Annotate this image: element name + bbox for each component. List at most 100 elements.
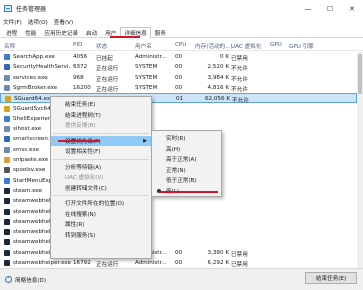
context-menu-item-label: 设置相关性(F) [65,149,101,156]
cell-name: services.exe [13,74,48,81]
context-menu-item[interactable]: 创建转储文件(C) [51,183,151,194]
scrollbar-thumb[interactable] [358,54,362,94]
context-menu-item[interactable]: 打开文件所在的位置(O) [51,198,151,209]
tab-6[interactable]: 服务 [151,27,170,38]
task-manager-icon [4,5,12,12]
cell-mem: 4,816 K [207,84,229,91]
context-menu-item[interactable]: 属性(R) [51,219,151,230]
cell-cpu: 00 [175,54,183,60]
cell-pid: 16792 [73,260,91,266]
chevron-right-icon: ▶ [143,137,147,144]
column-name[interactable]: 名称 [4,42,15,50]
tab-bar: 进程 性能 应用历史记录 启动 用户 详细信息 服务 [0,27,363,38]
context-menu-item-label: 结束任务(E) [65,102,96,109]
context-menu-item-label: 分析等待链(A) [65,164,102,171]
cell-user: SYSTEM [135,74,158,81]
priority-option[interactable]: 正常(N) [152,165,221,176]
process-icon [4,208,10,215]
context-menu-item[interactable]: 结束进程树(T) [51,110,151,121]
menu-bar: 文件(F) 选项(O) 查看(V) [0,17,363,27]
process-icon [4,54,10,60]
tab-3[interactable]: 启动 [82,27,101,38]
context-menu-item[interactable]: 提供反馈(B) [51,120,151,131]
tab-2[interactable]: 应用历史记录 [40,27,82,38]
process-icon [4,64,10,71]
column-status[interactable]: 状态 [96,42,107,50]
priority-option-label: 高于正常(A) [166,157,197,164]
process-icon [4,126,10,133]
priority-option[interactable]: 低于正常(B) [152,175,221,186]
cell-status: 已挂起 [96,56,113,62]
menu-options[interactable]: 选项(O) [28,18,48,26]
priority-option[interactable]: 高(H) [152,144,221,155]
context-menu-item[interactable]: 设置相关性(F) [51,146,151,157]
context-menu: 结束任务(E)结束进程树(T)提供反馈(B)设置优先级(P)▶设置相关性(F)分… [50,96,152,259]
context-menu-item-label: 属性(R) [65,222,85,229]
process-icon [4,229,10,236]
priority-option[interactable]: 高于正常(A) [152,154,221,165]
tab-0[interactable]: 进程 [2,27,21,38]
annotation-underline-priority [58,140,100,142]
process-icon [4,249,10,256]
cell-user: SYSTEM [135,84,158,91]
column-memory[interactable]: 内存(活动的...) [195,42,233,50]
process-icon [4,136,10,143]
tab-annotation-underline [110,36,140,38]
context-menu-item[interactable]: 分析等待链(A) [51,162,151,173]
column-cpu[interactable]: CPU [175,42,186,48]
cell-uac: 已禁用 [231,56,248,62]
table-row[interactable]: SgrmBroker.exe 16200 正在运行 SYSTEM 00 4,816 K 不允… [0,83,357,93]
context-menu-item[interactable]: 在线搜索(N) [51,209,151,220]
priority-option-label: 高(H) [166,146,181,153]
chevron-up-icon[interactable]: ˄ [5,276,12,283]
table-row[interactable]: SearchApp.exe 4056 已挂起 Administr... 00 0 K 已禁用 [0,52,357,62]
column-pid[interactable]: PID [73,42,82,48]
process-icon [4,218,10,225]
column-uac[interactable]: UAC 虚拟化 [231,42,261,50]
cell-name: SgrmBroker.exe [13,84,58,91]
cell-cpu: 00 [175,74,183,81]
context-menu-item-label: 打开文件所在的位置(O) [65,201,125,208]
cell-cpu: 00 [175,260,183,266]
cell-cpu: 01 [176,96,184,103]
cell-pid: 16200 [73,84,91,91]
priority-option-label: 实时(R) [166,136,186,143]
process-icon [5,96,11,103]
process-icon [4,146,10,153]
priority-submenu: 实时(R)高(H)高于正常(A)正常(N)低于正常(B)低(L) [151,130,222,197]
cell-cpu: 00 [175,249,183,256]
vertical-scrollbar[interactable] [357,52,363,268]
context-menu-item[interactable]: 结束任务(E) [51,99,151,110]
cell-status: 正在运行 [96,66,119,73]
annotation-underline-low [160,191,218,193]
process-icon [4,167,10,174]
table-row[interactable]: services.exe 968 正在运行 SYSTEM 00 3,984 K 不允许 [0,73,357,83]
column-gpu[interactable]: GPU [270,42,282,48]
less-details-link[interactable]: 简略信息(D) [15,276,46,284]
context-menu-item[interactable]: UAC 虚拟化(V) [51,172,151,183]
title-bar: 任务管理器 — ☐ ✕ [0,0,363,17]
column-user[interactable]: 用户名 [135,42,152,50]
process-icon [4,157,10,163]
end-task-button[interactable]: 结束任务(E) [305,272,357,284]
cell-mem: 3,380 K [207,249,229,256]
process-icon [4,198,10,205]
table-row[interactable]: SecurityHealthServi... 6372 正在运行 SYSTEM 00 2,… [0,62,357,72]
maximize-button[interactable]: ☐ [319,0,341,17]
context-menu-item[interactable]: 转到服务(S) [51,230,151,241]
minimize-button[interactable]: — [297,0,319,17]
cell-cpu: 00 [175,84,183,91]
table-row[interactable]: steamwebhelper.exe 16792 正在运行 Administr... 0… [0,258,357,268]
priority-option[interactable]: 实时(R) [152,133,221,144]
close-button[interactable]: ✕ [341,0,363,17]
context-menu-item-label: 转到服务(S) [65,232,96,239]
menu-file[interactable]: 文件(F) [3,18,22,26]
cell-mem: 0 K [219,54,229,60]
cell-mem: 62,056 K [204,96,230,103]
cell-user: SYSTEM [135,64,158,71]
process-icon [4,177,10,184]
menu-view[interactable]: 查看(V) [54,18,73,26]
column-gpu-engine[interactable]: GPU 引擎 [289,42,314,50]
cell-status: 正在运行 [96,86,119,93]
tab-1[interactable]: 性能 [21,27,40,38]
